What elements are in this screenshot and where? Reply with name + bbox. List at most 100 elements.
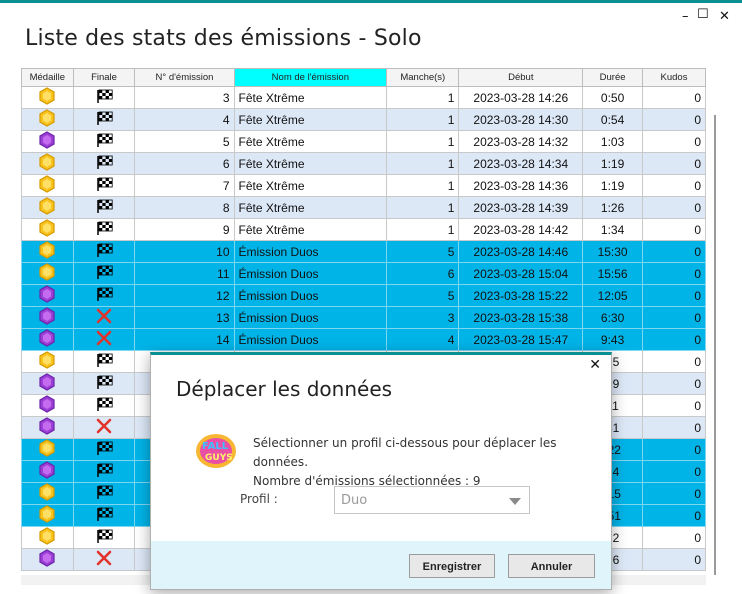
kudos-cell: 0 [642,394,706,417]
show-number-cell: 13 [134,306,235,329]
red-cross-icon [95,550,113,569]
start-cell: 2023-03-28 14:30 [458,108,584,131]
duration-cell: 9:43 [582,328,644,351]
dialog-message-line1: Sélectionner un profil ci-dessous pour d… [253,436,557,469]
checkered-flag-icon [95,221,113,239]
table-row[interactable]: 12 Émission Duos 5 2023-03-28 15:22 12:05 0 [21,284,706,307]
kudos-cell: 0 [642,108,706,131]
rounds-cell: 1 [386,86,460,109]
finale-cell [72,460,136,483]
table-row[interactable]: 5 Fête Xtrême 1 2023-03-28 14:32 1:03 0 [21,130,706,153]
checkered-flag-icon [95,287,113,305]
finale-cell [72,438,136,461]
finale-cell [72,482,136,505]
table-row[interactable]: 11 Émission Duos 6 2023-03-28 15:04 15:56 0 [21,262,706,285]
main-window: – ☐ ✕ Liste des stats des émissions - So… [0,0,742,594]
gold-medal-icon [39,527,55,548]
rounds-cell: 1 [386,218,460,241]
dialog-footer: Enregistrer Annuler [151,541,611,589]
gold-medal-icon [39,263,55,284]
start-cell: 2023-03-28 15:47 [458,328,584,351]
kudos-cell: 0 [642,306,706,329]
profile-select[interactable]: Duo [334,486,530,514]
checkered-flag-icon [95,375,113,393]
column-header-finale[interactable]: Finale [72,68,136,87]
column-header-start[interactable]: Début [458,68,584,87]
duration-cell: 15:30 [582,240,644,263]
duration-cell: 1:03 [582,130,644,153]
checkered-flag-icon [95,463,113,481]
column-header-rounds[interactable]: Manche(s) [386,68,460,87]
rounds-cell: 5 [386,240,460,263]
medal-cell [21,262,74,285]
finale-cell [72,218,136,241]
rounds-cell: 1 [386,130,460,153]
medal-cell [21,130,74,153]
pink-medal-icon [39,395,55,416]
medal-cell [21,240,74,263]
table-row[interactable]: 8 Fête Xtrême 1 2023-03-28 14:39 1:26 0 [21,196,706,219]
finale-cell [72,306,136,329]
gold-medal-icon [39,439,55,460]
show-number-cell: 3 [134,86,235,109]
checkered-flag-icon [95,133,113,151]
chevron-down-icon [509,498,521,505]
rounds-cell: 3 [386,306,460,329]
table-row[interactable]: 7 Fête Xtrême 1 2023-03-28 14:36 1:19 0 [21,174,706,197]
kudos-cell: 0 [642,482,706,505]
pink-medal-icon [39,549,55,570]
profile-label: Profil : [240,492,278,506]
gold-medal-icon [39,241,55,262]
dialog-message: Sélectionner un profil ci-dessous pour d… [253,434,611,491]
table-row[interactable]: 3 Fête Xtrême 1 2023-03-28 14:26 0:50 0 [21,86,706,109]
table-row[interactable]: 4 Fête Xtrême 1 2023-03-28 14:30 0:54 0 [21,108,706,131]
finale-cell [72,416,136,439]
checkered-flag-icon [95,199,113,217]
save-button[interactable]: Enregistrer [409,554,495,578]
finale-cell [72,372,136,395]
show-name-cell: Fête Xtrême [233,218,388,241]
column-header-duration[interactable]: Durée [582,68,644,87]
scrollbar-thumb[interactable] [714,115,716,575]
start-cell: 2023-03-28 14:34 [458,152,584,175]
rounds-cell: 1 [386,152,460,175]
table-row[interactable]: 13 Émission Duos 3 2023-03-28 15:38 6:30 0 [21,306,706,329]
rounds-cell: 5 [386,284,460,307]
minimize-button[interactable]: – [682,9,689,24]
column-header-medal[interactable]: Médaille [21,68,74,87]
show-name-cell: Fête Xtrême [233,196,388,219]
column-header-name[interactable]: Nom de l'émission [233,68,388,87]
show-name-cell: Émission Duos [233,306,388,329]
start-cell: 2023-03-28 15:04 [458,262,584,285]
show-number-cell: 14 [134,328,235,351]
gold-medal-icon [39,351,55,372]
table-row[interactable]: 10 Émission Duos 5 2023-03-28 14:46 15:30 0 [21,240,706,263]
table-row[interactable]: 9 Fête Xtrême 1 2023-03-28 14:42 1:34 0 [21,218,706,241]
rounds-cell: 4 [386,328,460,351]
show-name-cell: Fête Xtrême [233,86,388,109]
table-row[interactable]: 6 Fête Xtrême 1 2023-03-28 14:34 1:19 0 [21,152,706,175]
vertical-scrollbar[interactable] [712,115,718,575]
profile-select-value: Duo [341,493,368,508]
kudos-cell: 0 [642,416,706,439]
close-button[interactable]: ✕ [719,9,730,24]
maximize-button[interactable]: ☐ [697,7,709,22]
show-number-cell: 4 [134,108,235,131]
kudos-cell: 0 [642,350,706,373]
show-number-cell: 10 [134,240,235,263]
finale-cell [72,152,136,175]
gold-medal-icon [39,197,55,218]
medal-cell [21,416,74,439]
finale-cell [72,350,136,373]
kudos-cell: 0 [642,262,706,285]
column-header-kudos[interactable]: Kudos [642,68,706,87]
dialog-close-button[interactable]: ✕ [589,357,601,373]
svg-text:GUYS: GUYS [205,453,233,463]
column-header-num[interactable]: N° d'émission [134,68,235,87]
kudos-cell: 0 [642,196,706,219]
medal-cell [21,306,74,329]
kudos-cell: 0 [642,460,706,483]
table-row[interactable]: 14 Émission Duos 4 2023-03-28 15:47 9:43 0 [21,328,706,351]
pink-medal-icon [39,417,55,438]
cancel-button[interactable]: Annuler [508,554,595,578]
